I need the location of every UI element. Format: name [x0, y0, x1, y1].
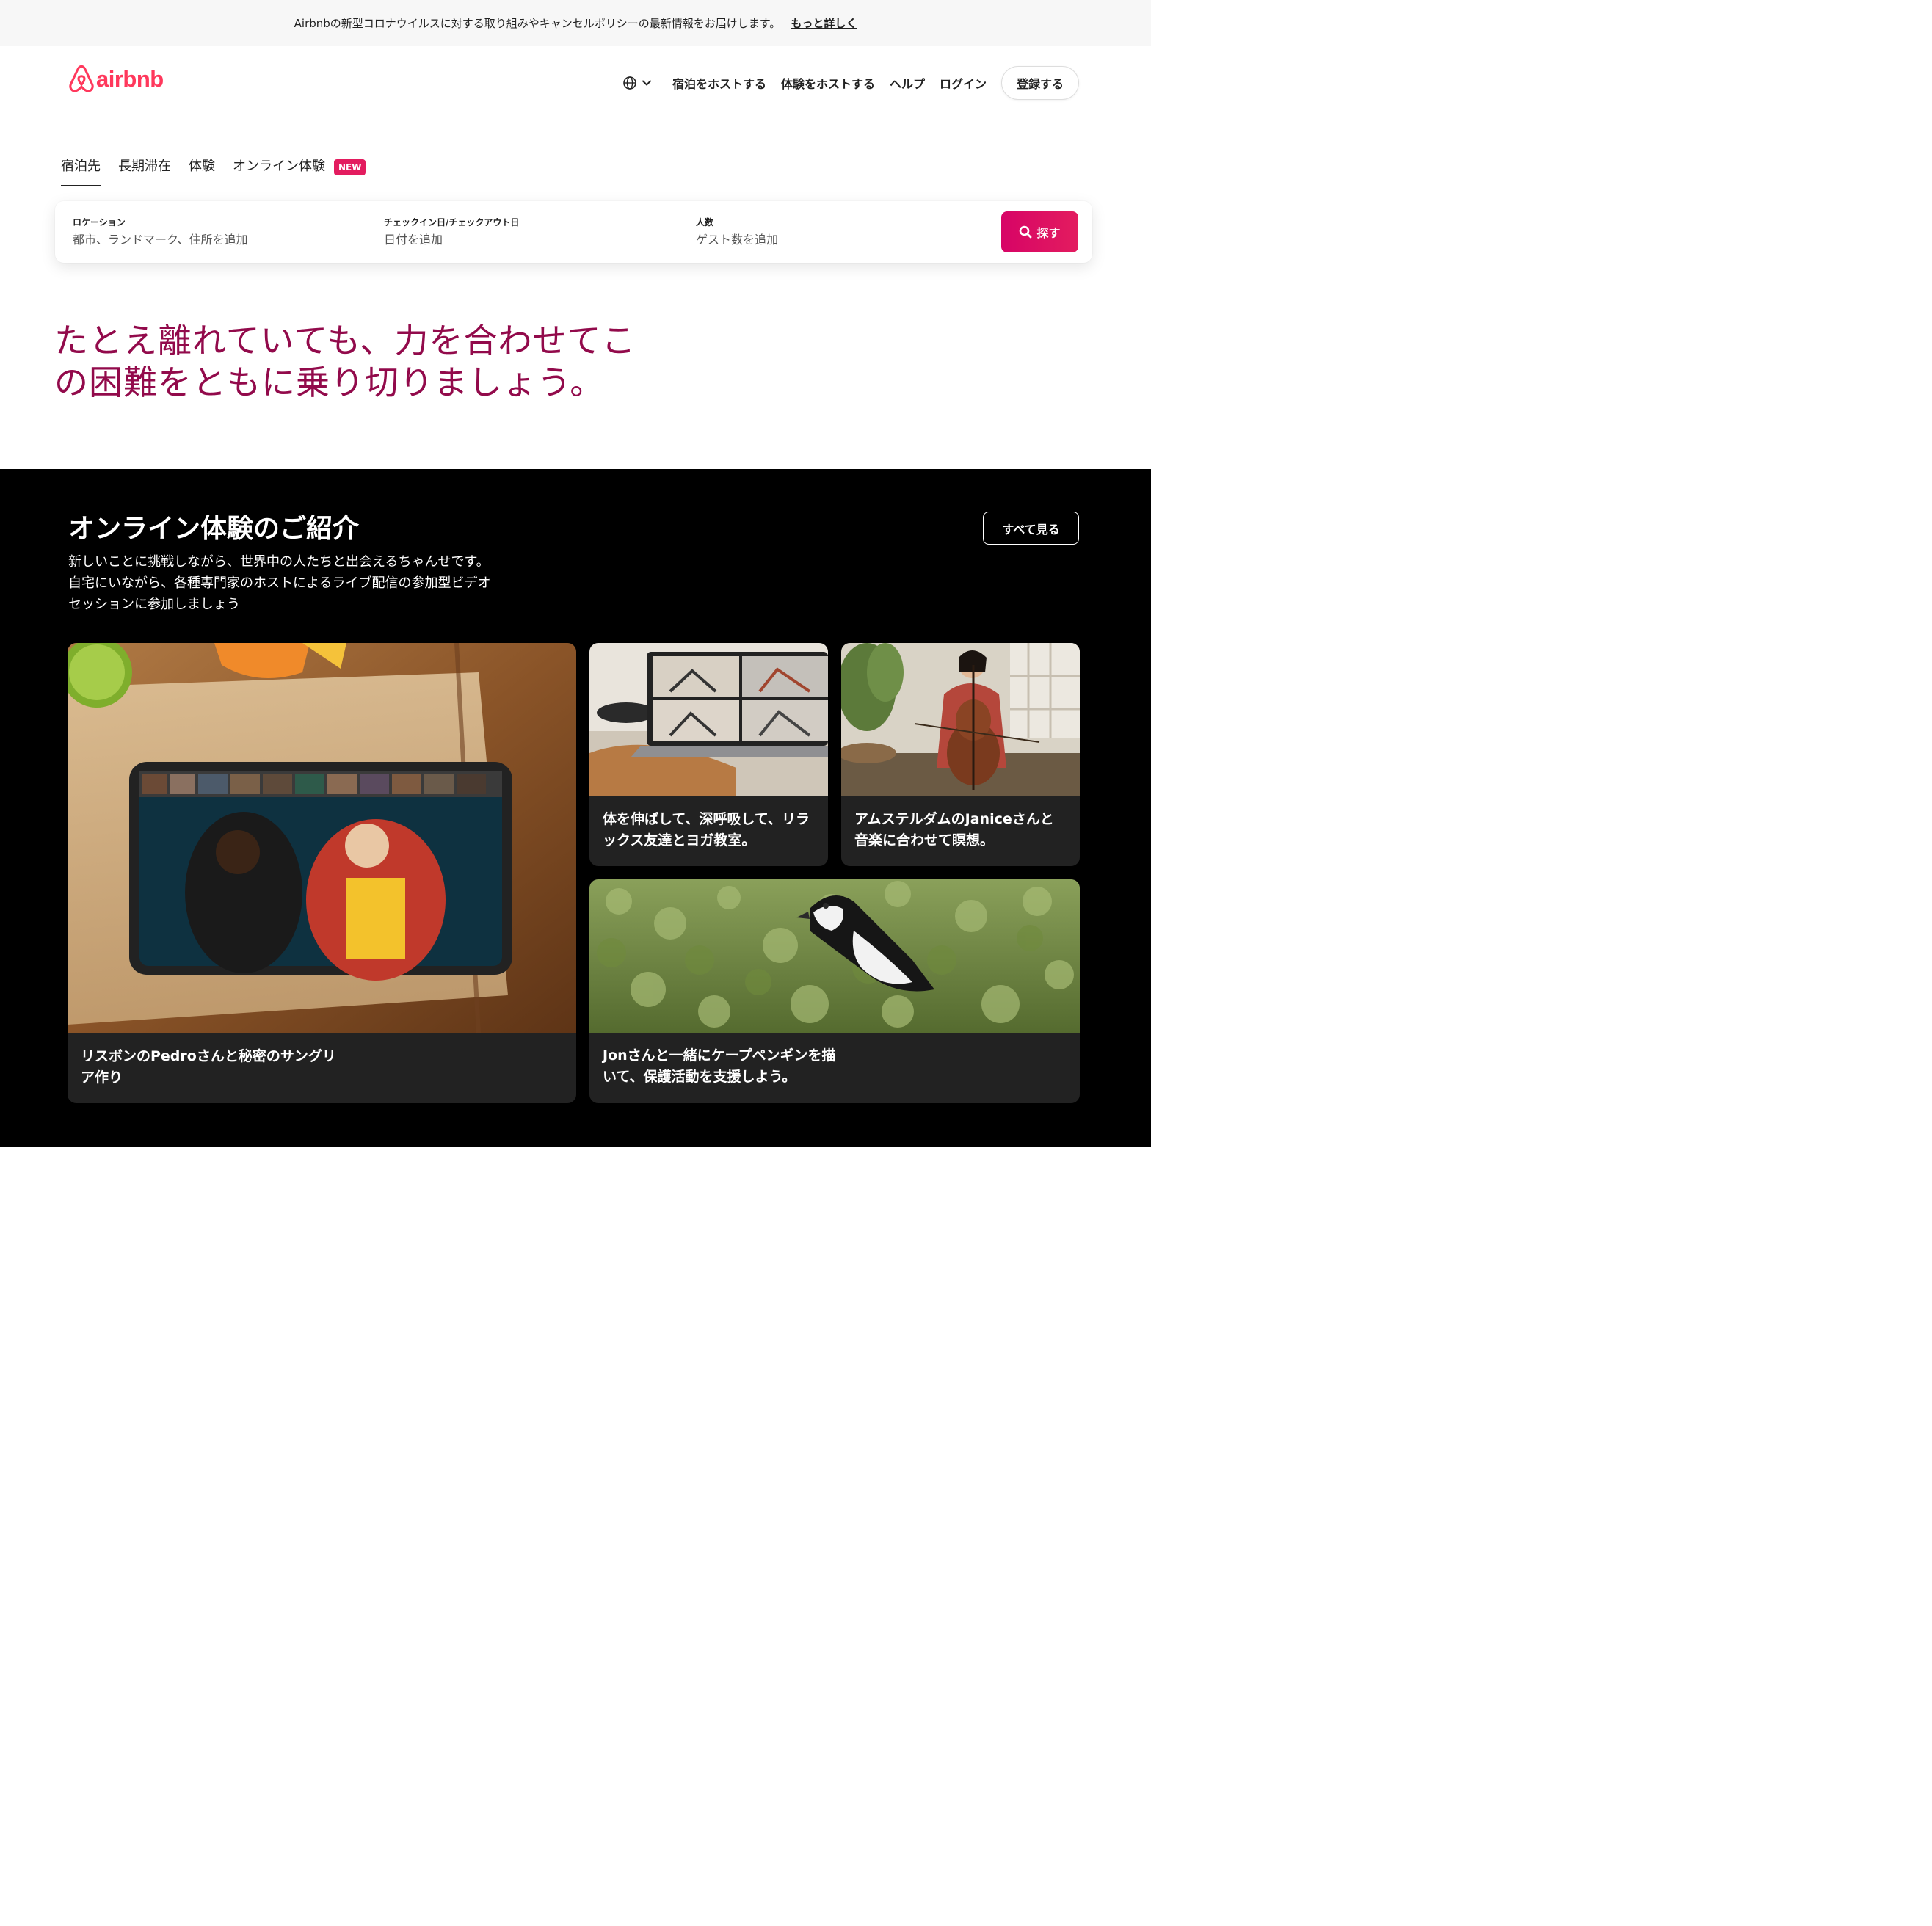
signup-button[interactable]: 登録する — [1001, 66, 1079, 100]
section-description-line1: 新しいことに挑戦しながら、世界中の人たちと出会えるちゃんせです。 — [68, 554, 490, 570]
tab-online-experiences[interactable]: オンライン体験 NEW — [233, 156, 366, 186]
search-button-label: 探す — [1036, 226, 1061, 240]
tab-label: オンライン体験 — [233, 159, 325, 174]
login-link[interactable]: ログイン — [940, 74, 987, 92]
logo-wordmark: airbnb — [96, 66, 164, 92]
tab-label: 体験 — [189, 159, 215, 174]
experience-card-sangria[interactable]: リスボンのPedroさんと秘密のサングリア作り — [68, 643, 576, 1103]
search-tabs: 宿泊先 長期滞在 体験 オンライン体験 NEW — [61, 156, 383, 186]
experience-card-yoga[interactable]: 体を伸ばして、深呼吸して、リラックス友達とヨガ教室。 — [589, 643, 828, 866]
tab-stays[interactable]: 宿泊先 — [61, 156, 101, 186]
host-experiences-link[interactable]: 体験をホストする — [781, 74, 875, 92]
banner-learn-more-link[interactable]: もっと詳しく — [791, 15, 857, 31]
dates-label: チェックイン日/チェックアウト日 — [384, 217, 520, 228]
dates-field[interactable]: チェックイン日/チェックアウト日 — [366, 201, 678, 263]
experience-caption-penguin: Jonさんと一緒にケープペンギンを描いて、保護活動を支援しよう。 — [603, 1047, 836, 1085]
chevron-down-icon — [642, 80, 651, 86]
globe-icon — [623, 76, 636, 90]
section-description-line3: セッションに参加しましょう — [68, 597, 240, 612]
experience-card-penguin[interactable]: Jonさんと一緒にケープペンギンを描いて、保護活動を支援しよう。 — [589, 879, 1080, 1103]
experience-image-meditation — [841, 643, 1080, 796]
tab-label: 長期滞在 — [118, 159, 171, 174]
dates-input[interactable] — [384, 233, 660, 247]
guests-field[interactable]: 人数 — [678, 201, 1003, 263]
experience-card-meditation[interactable]: アムステルダムのJaniceさんと音楽に合わせて瞑想。 — [841, 643, 1080, 866]
section-title: オンライン体験のご紹介 — [68, 514, 360, 544]
airbnb-logo[interactable]: airbnb — [68, 65, 164, 94]
experience-image-sangria — [68, 643, 576, 1033]
tab-long-stays[interactable]: 長期滞在 — [118, 156, 171, 186]
help-link[interactable]: ヘルプ — [890, 74, 925, 92]
banner-text: Airbnbの新型コロナウイルスに対する取り組みやキャンセルポリシーの最新情報を… — [294, 17, 781, 30]
hero-title-line2: の困難をともに乗り切りましょう。 — [54, 363, 605, 402]
covid-banner: Airbnbの新型コロナウイルスに対する取り組みやキャンセルポリシーの最新情報を… — [0, 0, 1151, 46]
hero-title-line1: たとえ離れていても、力を合わせてこ — [54, 321, 636, 360]
location-label: ロケーション — [73, 217, 126, 228]
guests-input[interactable] — [696, 233, 985, 247]
hero-title: たとえ離れていても、力を合わせてこ の困難をともに乗り切りましょう。 — [54, 320, 664, 404]
guests-label: 人数 — [696, 217, 714, 228]
see-all-button[interactable]: すべて見る — [983, 512, 1079, 545]
experience-caption-sangria: リスボンのPedroさんと秘密のサングリア作り — [81, 1048, 336, 1086]
search-icon — [1020, 225, 1032, 239]
section-description-line2: 自宅にいながら、各種専門家のホストによるライブ配信の参加型ビデオ — [68, 575, 491, 591]
location-field[interactable]: ロケーション — [55, 201, 366, 263]
location-input[interactable] — [73, 233, 348, 247]
tab-label: 宿泊先 — [61, 159, 101, 174]
experience-image-penguin — [589, 879, 1080, 1033]
search-button[interactable]: 探す — [1001, 211, 1078, 252]
airbnb-belo-icon — [69, 65, 94, 92]
experience-caption-yoga: 体を伸ばして、深呼吸して、リラックス友達とヨガ教室。 — [603, 811, 810, 848]
top-navigation: 宿泊をホストする 体験をホストする ヘルプ ログイン 登録する — [622, 66, 1079, 100]
experience-caption-meditation: アムステルダムのJaniceさんと音楽に合わせて瞑想。 — [854, 811, 1054, 848]
experience-image-yoga — [589, 643, 828, 796]
tab-experiences[interactable]: 体験 — [189, 156, 215, 186]
host-stays-link[interactable]: 宿泊をホストする — [672, 74, 766, 92]
new-badge: NEW — [334, 159, 366, 175]
search-bar: ロケーション チェックイン日/チェックアウト日 人数 探す — [55, 201, 1092, 263]
section-description: 新しいことに挑戦しながら、世界中の人たちと出会えるちゃんせです。 自宅にいながら… — [68, 551, 531, 615]
online-experiences-section: オンライン体験のご紹介 新しいことに挑戦しながら、世界中の人たちと出会えるちゃん… — [0, 469, 1151, 1147]
language-selector[interactable] — [622, 76, 652, 90]
